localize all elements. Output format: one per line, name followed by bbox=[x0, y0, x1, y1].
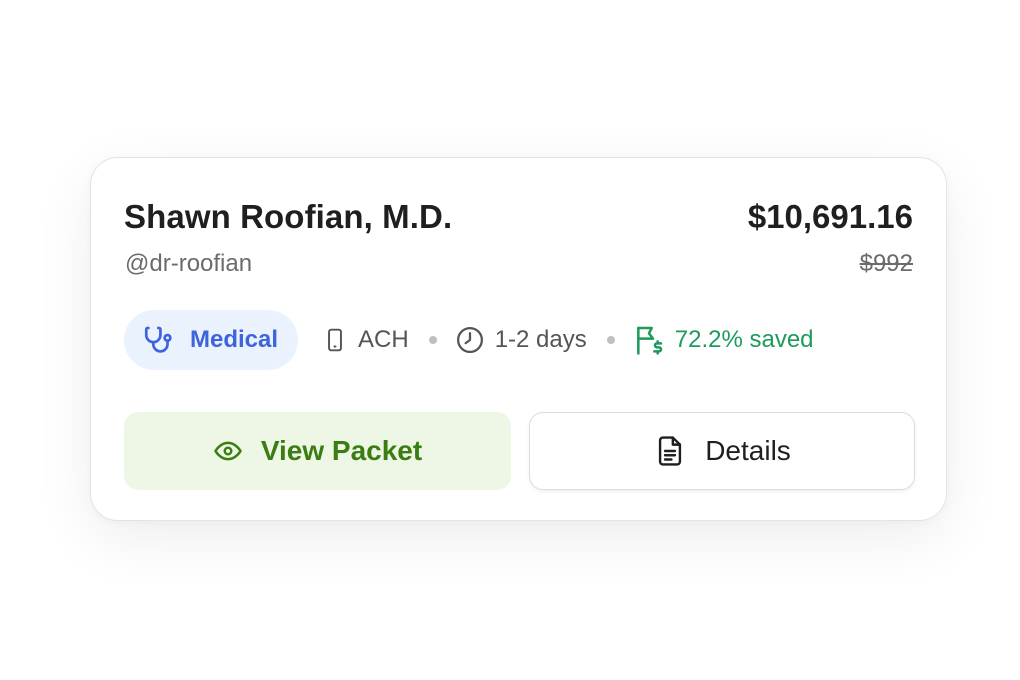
meta-row: Medical ACH 1-2 days 72.2% saved bbox=[124, 310, 814, 370]
provider-handle: @dr-roofian bbox=[125, 250, 253, 277]
phone-icon bbox=[322, 326, 348, 354]
separator-dot bbox=[606, 336, 615, 344]
stethoscope-icon bbox=[142, 323, 176, 357]
flag-dollar-icon bbox=[633, 324, 665, 356]
category-badge: Medical bbox=[124, 310, 299, 370]
details-label: Details bbox=[705, 435, 791, 466]
details-button[interactable]: Details bbox=[529, 412, 915, 490]
original-amount: $992 bbox=[859, 250, 913, 277]
savings-label: 72.2% saved bbox=[674, 326, 814, 353]
payment-method: ACH bbox=[322, 326, 409, 354]
savings: 72.2% saved bbox=[633, 324, 814, 356]
payment-amount: $10,691.16 bbox=[747, 198, 913, 235]
category-label: Medical bbox=[190, 326, 279, 353]
separator-dot bbox=[428, 336, 437, 344]
payment-method-label: ACH bbox=[358, 326, 409, 353]
view-packet-button[interactable]: View Packet bbox=[124, 412, 511, 490]
eye-icon bbox=[213, 436, 243, 466]
processing-time-label: 1-2 days bbox=[494, 326, 587, 353]
document-icon bbox=[653, 433, 687, 469]
processing-time: 1-2 days bbox=[455, 325, 587, 355]
view-packet-label: View Packet bbox=[260, 435, 423, 466]
provider-name: Shawn Roofian, M.D. bbox=[124, 198, 453, 235]
clock-icon bbox=[455, 325, 485, 355]
payment-card: Shawn Roofian, M.D. @dr-roofian $10,691.… bbox=[90, 157, 947, 521]
